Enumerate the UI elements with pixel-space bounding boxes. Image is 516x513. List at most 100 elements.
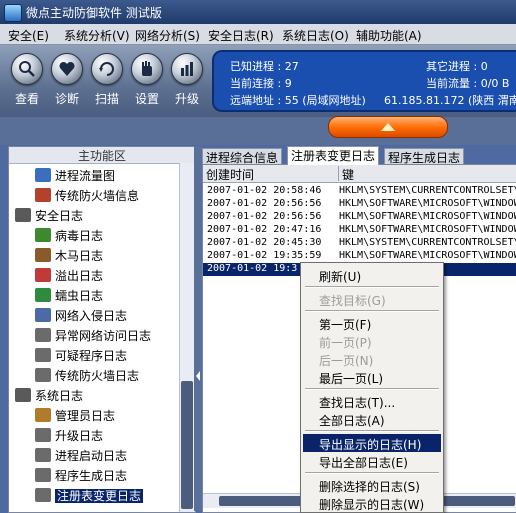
context-menu-item[interactable]: 全部日志(A) [303, 410, 441, 428]
tree-item[interactable]: 蠕虫日志 [35, 287, 103, 307]
window-title: 微点主动防御软件 测试版 [26, 6, 162, 20]
scan-button[interactable]: 扫描 [88, 53, 126, 107]
horse-icon [35, 248, 51, 262]
context-menu-item[interactable]: 删除选择的日志(S) [303, 476, 441, 494]
tree-item[interactable]: 网络入侵日志 [35, 307, 127, 327]
tab-registry-log[interactable]: 注册表变更日志 [287, 146, 380, 165]
tab-process-info[interactable]: 进程综合信息 [202, 148, 283, 165]
cell-key: HKLM\SOFTWARE\MICROSOFT\WINDOW [339, 211, 516, 222]
overflow-icon [35, 268, 51, 282]
other-processes: 其它进程 : 0 [426, 60, 488, 73]
tree-item[interactable]: 异常网络访问日志 [35, 327, 151, 347]
app-icon [4, 4, 22, 22]
tree-item[interactable]: 安全日志 [15, 207, 83, 227]
tree-item-label: 系统日志 [35, 389, 84, 403]
column-created-time[interactable]: 创建时间 [203, 166, 339, 182]
cell-time: 2007-01-02 20:45:30 [207, 237, 322, 248]
menu-item-label: 导出显示的日志(H) [319, 438, 422, 452]
arrow-up-icon [381, 123, 395, 131]
menu-item-label: 导出全部日志(E) [319, 456, 408, 470]
context-menu-item: 后一页(N) [303, 350, 441, 368]
menu-security-log[interactable]: 安全日志(R) [208, 27, 274, 44]
context-menu-item[interactable]: 查找日志(T)... [303, 392, 441, 410]
table-row[interactable]: 2007-01-02 20:45:30 HKLM\SYSTEM\CURRENTCO… [203, 237, 516, 250]
menu-system-analysis[interactable]: 系统分析(V) [64, 27, 130, 44]
document-icon [35, 448, 51, 462]
document-icon [35, 468, 51, 482]
tree-item-label: 蠕虫日志 [55, 289, 104, 303]
tree-item[interactable]: 溢出日志 [35, 267, 103, 287]
tree-item[interactable]: 注册表变更日志 [35, 487, 144, 507]
firewall-icon [35, 188, 51, 202]
collapse-toggle-button[interactable] [328, 116, 448, 138]
cell-time: 2007-01-02 20:56:56 [207, 198, 322, 209]
tree-item-label: 传统防火墙信息 [55, 189, 140, 203]
tree-item[interactable]: 进程启动日志 [35, 447, 127, 467]
document-icon [35, 488, 51, 502]
menu-separator [305, 388, 439, 390]
menu-item-label: 删除显示的日志(W) [319, 498, 425, 512]
tree-item[interactable]: 升级日志 [35, 427, 103, 447]
tree-item[interactable]: 系统日志 [15, 387, 83, 407]
tab-bar: 进程综合信息 注册表变更日志 程序生成日志 [202, 146, 516, 165]
scrollbar-thumb[interactable] [181, 381, 193, 509]
document-icon [35, 328, 51, 342]
document-icon [35, 428, 51, 442]
cell-time: 2007-01-02 20:47:16 [207, 224, 322, 235]
menu-security[interactable]: 安全(E) [8, 27, 49, 44]
context-menu-item[interactable]: 第一页(F) [303, 314, 441, 332]
cell-key: HKLM\SYSTEM\CURRENTCONTROLSET\ [339, 185, 516, 196]
menu-network-analysis[interactable]: 网络分析(S) [135, 27, 200, 44]
cell-key: HKLM\SOFTWARE\MICROSOFT\WINDOW [339, 224, 516, 235]
scan-label: 扫描 [94, 92, 119, 106]
table-row[interactable]: 2007-01-02 20:56:56 HKLM\SOFTWARE\MICROSO… [203, 211, 516, 224]
tree-item[interactable]: 病毒日志 [35, 227, 103, 247]
table-row[interactable]: 2007-01-02 20:56:56 HKLM\SOFTWARE\MICROSO… [203, 198, 516, 211]
menu-separator [305, 472, 439, 474]
title-bar: 微点主动防御软件 测试版 [0, 0, 516, 24]
context-menu-item: 查找目标(G) [303, 290, 441, 308]
upgrade-icon [171, 53, 203, 85]
table-row[interactable]: 2007-01-02 20:58:46 HKLM\SYSTEM\CURRENTCO… [203, 185, 516, 198]
remote-address: 远端地址 : 55 (局域网地址) [230, 94, 366, 107]
tree-item-label: 传统防火墙日志 [55, 369, 140, 383]
panel-splitter[interactable] [194, 146, 202, 511]
collapse-left-icon[interactable] [194, 368, 202, 384]
tree-item[interactable]: 木马日志 [35, 247, 103, 267]
view-label: 查看 [14, 92, 39, 106]
view-button[interactable]: 查看 [8, 53, 46, 107]
menu-tools[interactable]: 辅助功能(A) [356, 27, 422, 44]
context-menu: 刷新(U) 查找目标(G) 第一页(F) 前一页(P) 后一页(N) 最后一页(L) 查找日… [300, 262, 444, 513]
tree-item[interactable]: 管理员日志 [35, 407, 115, 427]
context-menu-item[interactable]: 导出显示的日志(H) [303, 434, 441, 452]
tree-item-label: 进程启动日志 [55, 449, 128, 463]
tree-item[interactable]: 进程流量图 [35, 167, 115, 187]
diagnose-button[interactable]: 诊断 [48, 53, 86, 107]
upgrade-button[interactable]: 升级 [168, 53, 206, 107]
tree-item[interactable]: 传统防火墙信息 [35, 187, 139, 207]
tree-item[interactable]: 可疑程序日志 [35, 347, 127, 367]
context-menu-item[interactable]: 最后一页(L) [303, 368, 441, 386]
admin-icon [35, 408, 51, 422]
settings-button[interactable]: 设置 [128, 53, 166, 107]
hand-icon [131, 53, 163, 85]
cell-time: 2007-01-02 20:56:56 [207, 211, 322, 222]
menu-system-log[interactable]: 系统日志(O) [282, 27, 349, 44]
main-function-panel: 主功能区 进程流量图 传统防火墙信息 安全日志 病毒日志 木马日志 溢出日志 蠕虫日志 网络入… [8, 146, 196, 513]
tree-item-label: 可疑程序日志 [55, 349, 128, 363]
context-menu-item[interactable]: 刷新(U) [303, 266, 441, 284]
tree-item-label: 升级日志 [55, 429, 104, 443]
tab-program-log[interactable]: 程序生成日志 [384, 148, 465, 165]
virus-icon [35, 228, 51, 242]
tree-item[interactable]: 传统防火墙日志 [35, 367, 139, 387]
column-key[interactable]: 键 [339, 166, 516, 182]
tree-item[interactable]: 程序生成日志 [35, 467, 127, 487]
cell-time: 2007-01-02 19:35:59 [207, 250, 322, 261]
table-row[interactable]: 2007-01-02 20:47:16 HKLM\SOFTWARE\MICROSO… [203, 224, 516, 237]
vertical-scrollbar[interactable] [179, 163, 195, 512]
context-menu-item[interactable]: 删除显示的日志(W) [303, 494, 441, 512]
known-processes: 已知进程 : 27 [230, 60, 299, 73]
document-icon [35, 348, 51, 362]
menu-separator [305, 310, 439, 312]
context-menu-item[interactable]: 导出全部日志(E) [303, 452, 441, 470]
